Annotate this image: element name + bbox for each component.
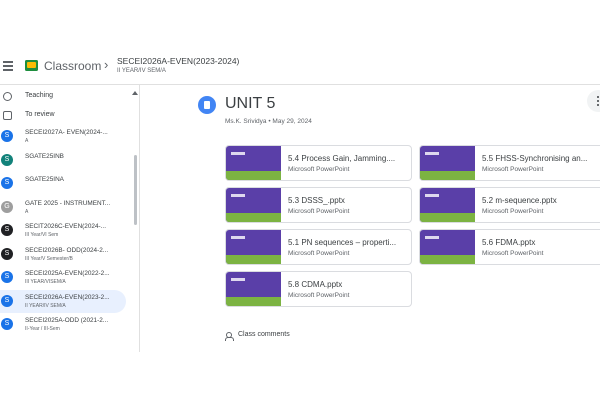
attachment-name: 5.5 FHSS-Synchronising an...	[482, 154, 588, 163]
sidebar-class-item[interactable]: S SECIT2026C-EVEN(2024-... III Year/VI Sem	[0, 219, 126, 243]
class-comments-label: Class comments	[238, 331, 290, 338]
menu-icon[interactable]	[3, 61, 13, 71]
attachment-card[interactable]: 5.4 Process Gain, Jamming.... Microsoft P…	[225, 145, 412, 181]
sidebar: Teaching To review S SECEI2027A- EVEN(202…	[0, 85, 140, 352]
sidebar-class-item[interactable]: S SECEI2027A- EVEN(2024-... A	[0, 125, 126, 149]
sidebar-class-item[interactable]: S SECEI2026A-EVEN(2023-2... II YEAR/IV SEM…	[0, 289, 126, 313]
material-meta: Ms.K. Srividya • May 29, 2024	[225, 118, 312, 125]
slide-thumbnail	[226, 230, 281, 264]
class-avatar: S	[1, 271, 13, 283]
class-section: II-Year / III-Sem	[25, 326, 60, 332]
class-name: SECEI2026B- ODD(2024-2...	[25, 246, 109, 254]
attachment-name: 5.6 FDMA.pptx	[482, 238, 536, 247]
sidebar-class-item[interactable]: G GATE 2025 - INSTRUMENT... A	[0, 196, 126, 220]
attachment-card[interactable]: 5.6 FDMA.pptx Microsoft PowerPoint	[419, 229, 600, 265]
class-avatar: S	[1, 153, 13, 166]
top-bar: Classroom › SECEI2026A-EVEN(2023-2024) I…	[0, 48, 600, 85]
sidebar-class-item[interactable]: S SGATE25INA	[0, 172, 126, 196]
class-list: S SECEI2027A- EVEN(2024-... A S SGATE25INB S S…	[0, 125, 132, 337]
course-title[interactable]: SECEI2026A-EVEN(2023-2024)	[117, 56, 239, 66]
chevron-right-icon: ›	[104, 57, 109, 72]
course-subtitle: II YEAR/IV SEM/A	[117, 68, 166, 74]
sidebar-item-teaching[interactable]: Teaching	[0, 88, 138, 106]
attachment-card[interactable]: 5.5 FHSS-Synchronising an... Microsoft Po…	[419, 145, 600, 181]
chevron-up-icon[interactable]	[132, 91, 138, 95]
attachment-name: 5.8 CDMA.pptx	[288, 280, 343, 289]
people-icon	[225, 332, 234, 341]
attachment-name: 5.3 DSSS_.pptx	[288, 196, 345, 205]
attachment-name: 5.1 PN sequences – properti...	[288, 238, 397, 247]
slide-thumbnail	[226, 272, 281, 306]
folder-icon	[3, 111, 12, 120]
class-avatar: S	[1, 130, 13, 142]
classroom-app: Classroom › SECEI2026A-EVEN(2023-2024) I…	[0, 48, 600, 352]
sidebar-class-item[interactable]: S SECEI2025A-EVEN(2022-2... III YEAR/VISEM…	[0, 266, 126, 290]
sidebar-item-label: To review	[25, 111, 55, 118]
more-options-button[interactable]	[587, 90, 600, 112]
class-section: III YEAR/VISEM/A	[25, 279, 66, 285]
attachment-card[interactable]: 5.3 DSSS_.pptx Microsoft PowerPoint	[225, 187, 412, 223]
class-name: SECEI2025A-EVEN(2022-2...	[25, 270, 110, 277]
attachment-type: Microsoft PowerPoint	[288, 250, 350, 257]
sidebar-class-item[interactable]: S SGATE25INB	[0, 149, 126, 173]
class-name: SECEI2025A-ODD (2021-2...	[25, 317, 109, 324]
sidebar-scrollbar[interactable]	[134, 155, 137, 225]
class-avatar: S	[1, 318, 13, 330]
class-name: SECEI2026A-EVEN(2023-2...	[25, 293, 110, 301]
attachment-card[interactable]: 5.1 PN sequences – properti... Microsoft …	[225, 229, 412, 265]
attachment-card[interactable]: 5.8 CDMA.pptx Microsoft PowerPoint	[225, 271, 412, 307]
sidebar-class-item[interactable]: S SECEI2025A-ODD (2021-2... II-Year / III-…	[0, 313, 126, 337]
main-content: UNIT 5 Ms.K. Srividya • May 29, 2024 5.4…	[141, 85, 600, 352]
class-section: A	[25, 208, 29, 215]
attachment-name: 5.2 m-sequence.pptx	[482, 196, 557, 205]
material-icon	[198, 96, 216, 114]
attachment-name: 5.4 Process Gain, Jamming....	[288, 154, 396, 163]
class-name: GATE 2025 - INSTRUMENT...	[25, 199, 111, 207]
slide-thumbnail	[420, 230, 475, 264]
class-name: SECIT2026C-EVEN(2024-...	[25, 223, 106, 230]
attachment-type: Microsoft PowerPoint	[482, 166, 544, 173]
class-avatar: S	[1, 177, 13, 189]
class-section: A	[25, 138, 29, 144]
attachment-type: Microsoft PowerPoint	[482, 250, 544, 257]
sidebar-item-label: Teaching	[25, 92, 54, 99]
class-section: III Year/VI Sem	[25, 232, 59, 238]
sidebar-item-to-review[interactable]: To review	[0, 107, 138, 125]
class-name: SGATE25INA	[25, 176, 64, 183]
slide-thumbnail	[226, 188, 281, 222]
material-title: UNIT 5	[225, 95, 276, 112]
class-name: SECEI2027A- EVEN(2024-...	[25, 129, 108, 136]
slide-thumbnail	[420, 146, 475, 180]
attachment-type: Microsoft PowerPoint	[288, 208, 350, 215]
class-section: III Year/V Semester/B	[25, 255, 73, 262]
slide-thumbnail	[226, 146, 281, 180]
class-avatar: S	[1, 247, 13, 260]
sidebar-class-item[interactable]: S SECEI2026B- ODD(2024-2... III Year/V Sem…	[0, 243, 126, 267]
app-name[interactable]: Classroom	[44, 59, 101, 73]
attachment-type: Microsoft PowerPoint	[288, 292, 350, 299]
attachment-type: Microsoft PowerPoint	[288, 166, 350, 173]
class-avatar: S	[1, 294, 13, 307]
classroom-logo-icon[interactable]	[25, 60, 38, 71]
attachment-card[interactable]: 5.2 m-sequence.pptx Microsoft PowerPoint	[419, 187, 600, 223]
class-avatar: G	[1, 200, 13, 213]
class-section: II YEAR/IV SEM/A	[25, 302, 66, 309]
slide-thumbnail	[420, 188, 475, 222]
class-avatar: S	[1, 224, 13, 236]
attachment-type: Microsoft PowerPoint	[482, 208, 544, 215]
class-name: SGATE25INB	[25, 152, 64, 160]
people-icon	[3, 92, 12, 101]
